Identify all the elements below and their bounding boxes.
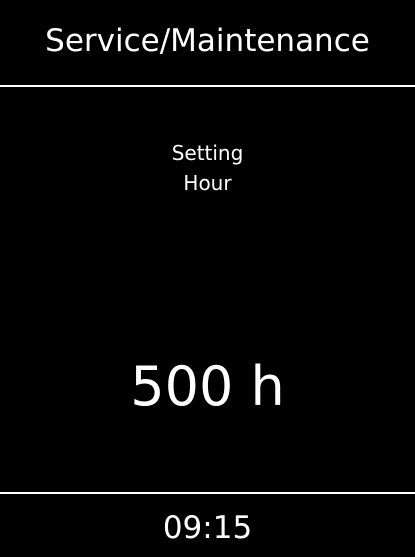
- setting-label-line1: Setting: [171, 141, 244, 165]
- setting-value: 500 h: [130, 355, 285, 418]
- setting-label: Setting Hour: [0, 138, 415, 198]
- footer-bar: 09:15: [0, 494, 415, 557]
- header-bar: Service/Maintenance: [0, 0, 415, 86]
- setting-label-line2: Hour: [183, 171, 232, 195]
- page-title: Service/Maintenance: [45, 23, 370, 59]
- display-screen: Service/Maintenance Setting Hour 500 h 0…: [0, 0, 415, 557]
- clock-time: 09:15: [162, 509, 253, 546]
- header-divider: [0, 85, 415, 87]
